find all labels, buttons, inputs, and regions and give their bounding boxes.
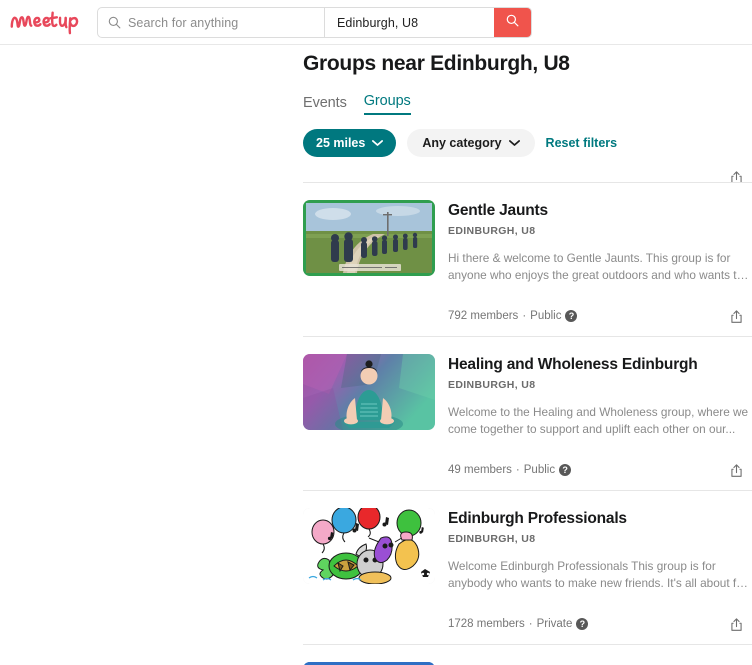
tab-events[interactable]: Events: [303, 95, 347, 115]
meta-separator: ·: [522, 310, 527, 322]
tab-groups[interactable]: Groups: [363, 93, 411, 115]
group-members-count: 792 members: [448, 310, 519, 322]
chevron-down-icon: [372, 139, 384, 147]
meta-separator: ·: [528, 618, 533, 630]
search-location-value: Edinburgh, U8: [337, 15, 419, 30]
group-members-count: 1728 members: [448, 618, 525, 630]
group-description: Hi there & welcome to Gentle Jaunts. Thi…: [448, 251, 744, 282]
group-thumbnail: [303, 354, 435, 430]
share-icon[interactable]: [726, 614, 746, 634]
distance-filter-label: 25 miles: [316, 136, 366, 150]
distance-filter-button[interactable]: 25 miles: [303, 129, 397, 157]
question-mark-icon[interactable]: ?: [559, 464, 572, 476]
meetup-logo[interactable]: [8, 7, 88, 37]
question-mark-icon[interactable]: ?: [576, 618, 589, 630]
group-privacy: Private: [536, 618, 573, 630]
group-location: EDINBURGH, U8: [448, 225, 536, 237]
meta-separator: ·: [515, 464, 520, 476]
group-meta-row: 49 members · Public ?: [448, 462, 752, 478]
group-members-count: 49 members: [448, 464, 512, 476]
group-location: EDINBURGH, U8: [448, 533, 536, 545]
question-mark-icon[interactable]: ?: [565, 310, 578, 322]
category-filter-button[interactable]: Any category: [407, 129, 535, 157]
page-title: Groups near Edinburgh, U8: [303, 52, 570, 75]
share-icon[interactable]: [726, 460, 746, 480]
group-card[interactable]: Healing and Wholeness Edinburgh EDINBURG…: [303, 337, 752, 451]
list-item-partial[interactable]: [303, 169, 752, 182]
group-info: Edinburgh Professionals EDINBURGH, U8 We…: [448, 508, 752, 592]
group-name[interactable]: Gentle Jaunts: [448, 201, 752, 220]
group-card[interactable]: Gentle Jaunts EDINBURGH, U8 Hi there & w…: [303, 183, 752, 297]
filter-bar: 25 miles Any category Reset filters: [303, 129, 752, 157]
group-info: Gentle Jaunts EDINBURGH, U8 Hi there & w…: [448, 200, 752, 284]
group-results-list: Gentle Jaunts EDINBURGH, U8 Hi there & w…: [303, 169, 752, 665]
results-column: Groups near Edinburgh, U8 Events Groups …: [303, 46, 752, 665]
group-meta-row: 792 members · Public ?: [448, 308, 752, 324]
chevron-down-icon: [508, 139, 520, 147]
group-card[interactable]: Edinburgh Professionals EDINBURGH, U8 We…: [303, 491, 752, 605]
group-card[interactable]: Fun events and socials for 50+ EDINBURGH…: [303, 645, 752, 665]
group-meta-row: 1728 members · Private ?: [448, 616, 752, 632]
group-name[interactable]: Healing and Wholeness Edinburgh: [448, 355, 752, 374]
group-privacy: Public: [523, 464, 556, 476]
category-filter-label: Any category: [422, 136, 502, 150]
group-privacy: Public: [530, 310, 562, 322]
results-tabs: Events Groups: [303, 90, 752, 115]
share-icon[interactable]: [726, 169, 746, 182]
search-submit-button[interactable]: [494, 8, 531, 37]
search-location-field[interactable]: Edinburgh, U8: [325, 8, 494, 37]
search-icon: [108, 16, 121, 29]
reset-filters-button[interactable]: Reset filters: [546, 136, 618, 150]
main-region: Groups near Edinburgh, U8 Events Groups …: [0, 46, 752, 665]
group-location: EDINBURGH, U8: [448, 379, 536, 391]
search-bar[interactable]: Search for anything Edinburgh, U8: [97, 7, 532, 38]
search-input-placeholder: Search for anything: [128, 15, 239, 30]
group-thumbnail: [303, 508, 435, 584]
site-header: Search for anything Edinburgh, U8: [0, 0, 752, 45]
search-icon: [506, 14, 519, 32]
share-icon[interactable]: [726, 306, 746, 326]
group-name[interactable]: Edinburgh Professionals: [448, 509, 752, 528]
group-description: Welcome to the Healing and Wholeness gro…: [448, 405, 749, 436]
group-thumbnail: [303, 200, 435, 276]
group-info: Healing and Wholeness Edinburgh EDINBURG…: [448, 354, 752, 438]
search-keyword-field[interactable]: Search for anything: [98, 8, 325, 37]
group-description: Welcome Edinburgh Professionals This gro…: [448, 559, 750, 590]
